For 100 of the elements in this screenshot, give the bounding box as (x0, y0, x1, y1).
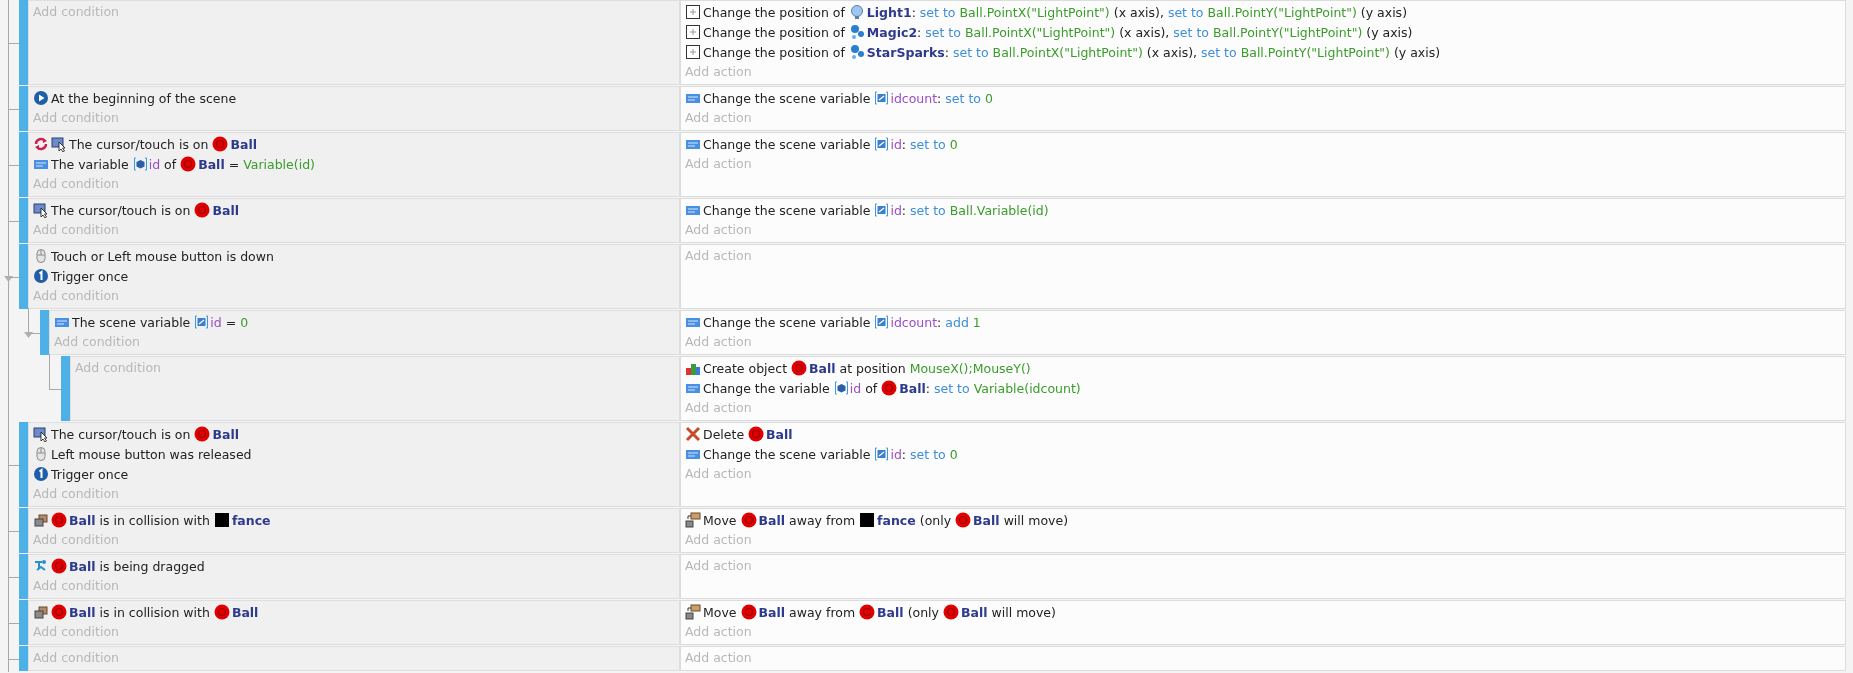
punctuation-text: : (917, 24, 922, 40)
instruction-text: Change the scene variable (703, 136, 871, 152)
event-handle[interactable] (19, 132, 28, 197)
expression-value: Ball.PointX("LightPoint") (959, 4, 1110, 20)
instruction-text: (x axis), (1119, 24, 1170, 40)
collapse-arrow-icon[interactable] (24, 331, 33, 338)
particles-icon (848, 24, 865, 40)
add-action-link[interactable]: Add action (685, 220, 1841, 240)
add-condition-link[interactable]: Add condition (33, 484, 675, 504)
expression-value: Variable(idcount) (973, 380, 1081, 396)
scene-variable-icon (874, 446, 890, 462)
crosshair-box-icon (685, 24, 701, 40)
instruction-text: Trigger once (51, 268, 129, 284)
instruction-text: = (225, 314, 237, 330)
instruction-text: (x axis), (1146, 44, 1197, 60)
punctuation-text: : (925, 380, 930, 396)
add-condition-link[interactable]: Add condition (33, 174, 675, 194)
operator-keyword: set to (952, 44, 989, 60)
object-name: Ball (69, 604, 96, 620)
instruction-text: (only (919, 512, 952, 528)
cursor-icon (51, 136, 67, 152)
collapse-arrow-icon[interactable] (4, 276, 13, 282)
expression-value: Ball.PointX("LightPoint") (992, 44, 1143, 60)
add-action-link[interactable]: Add action (685, 622, 1841, 642)
instruction-text: of (865, 380, 878, 396)
event-handle[interactable] (19, 244, 28, 309)
instruction-text: will move) (991, 604, 1056, 620)
add-condition-link[interactable]: Add condition (54, 332, 675, 352)
event-handle[interactable] (19, 86, 28, 131)
object-name: Ball (212, 426, 239, 442)
drag-icon (33, 558, 49, 574)
event-handle[interactable] (19, 600, 28, 645)
ball-icon (955, 512, 972, 528)
object-name: Ball (212, 202, 239, 218)
operator-keyword: set to (910, 202, 946, 218)
add-condition-link[interactable]: Add condition (33, 286, 675, 306)
ball-icon (740, 604, 757, 620)
punctuation-text: : (911, 4, 916, 20)
add-condition-link[interactable]: Add condition (75, 358, 675, 378)
add-action-link[interactable]: Add action (685, 62, 1841, 82)
punctuation-text: : (901, 202, 907, 218)
operator-keyword: set to (1167, 4, 1204, 20)
object-name: Ball (899, 380, 926, 396)
instruction-text: (y axis) (1360, 4, 1407, 20)
add-condition-link[interactable]: Add condition (33, 2, 675, 22)
instruction-text: Delete (703, 426, 745, 442)
instruction-text: Change the position of (703, 4, 845, 20)
instruction-text: The scene variable (72, 314, 191, 330)
event-handle[interactable] (19, 198, 28, 243)
square-icon (213, 512, 230, 528)
add-action-link[interactable]: Add action (685, 246, 1841, 266)
separate-objects-icon (685, 512, 701, 528)
scene-variable-icon (874, 202, 890, 218)
expression-value: MouseX();MouseY() (909, 360, 1031, 376)
event-handle[interactable] (19, 422, 28, 507)
object-name: StarSparks (866, 44, 945, 60)
add-action-link[interactable]: Add action (685, 108, 1841, 128)
object-name: Ball (809, 360, 836, 376)
ball-icon (212, 136, 229, 152)
add-condition-link[interactable]: Add condition (33, 220, 675, 240)
instruction-text: Move (703, 604, 737, 620)
event-handle[interactable] (19, 554, 28, 599)
ball-icon (740, 512, 757, 528)
object-name: Ball (877, 604, 904, 620)
instruction-text: away from (789, 604, 856, 620)
add-condition-link[interactable]: Add condition (33, 108, 675, 128)
event-handle[interactable] (61, 356, 70, 421)
ball-icon (791, 360, 808, 376)
particles-icon (848, 44, 865, 60)
variable-name: id (890, 446, 902, 462)
instruction-text: Move (703, 512, 737, 528)
add-condition-link[interactable]: Add condition (33, 648, 675, 668)
expression-value: 0 (240, 314, 249, 330)
object-name: Ball (230, 136, 257, 152)
ball-icon (51, 604, 67, 620)
event-handle[interactable] (19, 0, 28, 85)
ball-icon (748, 426, 765, 442)
object-name: Ball (69, 558, 96, 574)
instruction-text: of (164, 156, 177, 172)
add-condition-link[interactable]: Add condition (33, 530, 675, 550)
object-name: fance (877, 512, 916, 528)
object-name: Light1 (866, 4, 912, 20)
add-action-link[interactable]: Add action (685, 398, 1841, 418)
expression-value: Variable(id) (243, 156, 315, 172)
add-action-link[interactable]: Add action (685, 648, 1841, 668)
add-action-link[interactable]: Add action (685, 464, 1841, 484)
event-handle[interactable] (19, 508, 28, 553)
add-condition-link[interactable]: Add condition (33, 576, 675, 596)
add-action-link[interactable]: Add action (685, 556, 1841, 576)
crosshair-box-icon (685, 4, 701, 20)
punctuation-text: : (901, 446, 907, 462)
add-action-link[interactable]: Add action (685, 154, 1841, 174)
operator-keyword: set to (919, 4, 956, 20)
object-name: Ball (960, 604, 988, 620)
add-action-link[interactable]: Add action (685, 332, 1841, 352)
instruction-text: The variable (51, 156, 129, 172)
add-condition-link[interactable]: Add condition (33, 622, 675, 642)
event-handle[interactable] (19, 646, 28, 671)
event-handle[interactable] (40, 310, 49, 355)
add-action-link[interactable]: Add action (685, 530, 1841, 550)
